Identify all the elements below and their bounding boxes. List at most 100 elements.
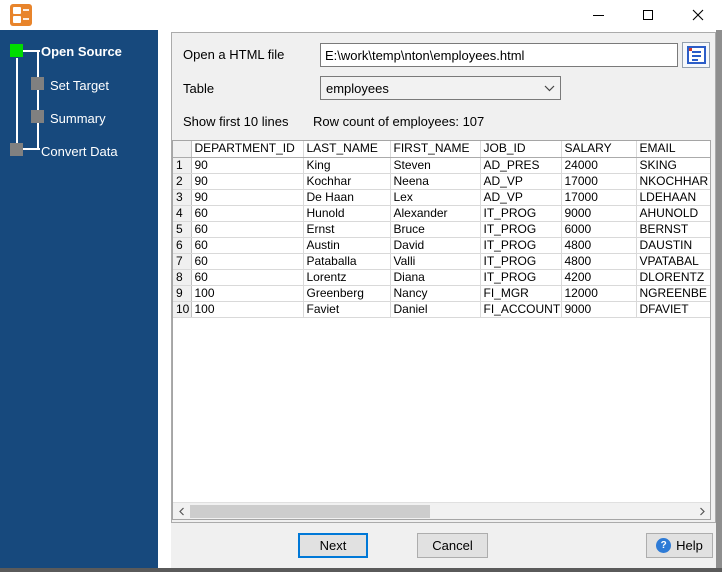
column-header[interactable]: FIRST_NAME xyxy=(390,141,481,158)
sidebar-item-set-target: Set Target xyxy=(50,78,110,93)
corner-header[interactable] xyxy=(173,141,192,158)
data-cell: 60 xyxy=(191,221,304,238)
data-cell: Hunold xyxy=(303,205,391,222)
minimize-button[interactable] xyxy=(578,0,618,30)
step-indicator-convert-data xyxy=(10,143,23,156)
minimize-icon xyxy=(592,14,604,16)
data-grid: DEPARTMENT_ID LAST_NAME FIRST_NAME JOB_ID SA… xyxy=(172,140,711,520)
grid-body: 1 90 King Steven AD_PRES 24000 SKING 2 90 Kochhar… xyxy=(173,157,710,318)
step-indicator-open-source xyxy=(10,44,23,57)
title-bar xyxy=(0,0,722,30)
data-cell: Daniel xyxy=(390,301,481,318)
data-cell: 90 xyxy=(191,189,304,206)
data-cell: DFAVIET xyxy=(636,301,710,318)
data-cell: Steven xyxy=(390,157,481,174)
data-cell: Valli xyxy=(390,253,481,270)
table-row[interactable]: 7 60 Pataballa Valli IT_PROG 4800 VPATABAL xyxy=(173,253,710,270)
next-button[interactable]: Next xyxy=(298,533,368,558)
data-cell: Ernst xyxy=(303,221,391,238)
scroll-right-icon[interactable] xyxy=(693,503,710,520)
close-icon xyxy=(692,9,704,21)
browse-button[interactable] xyxy=(682,42,710,68)
scrollbar-track[interactable] xyxy=(190,503,693,520)
preview-table: DEPARTMENT_ID LAST_NAME FIRST_NAME JOB_ID SA… xyxy=(173,141,710,318)
table-row[interactable]: 8 60 Lorentz Diana IT_PROG 4200 DLORENTZ xyxy=(173,269,710,286)
data-cell: 9000 xyxy=(561,205,637,222)
data-cell: 60 xyxy=(191,237,304,254)
data-cell: Faviet xyxy=(303,301,391,318)
data-cell: 12000 xyxy=(561,285,637,302)
help-button[interactable]: ? Help xyxy=(646,533,713,558)
data-cell: AHUNOLD xyxy=(636,205,710,222)
data-cell: VPATABAL xyxy=(636,253,710,270)
open-file-icon xyxy=(686,46,706,64)
app-icon xyxy=(10,4,32,26)
window-right-border xyxy=(716,30,722,572)
data-cell: 60 xyxy=(191,253,304,270)
column-header[interactable]: SALARY xyxy=(561,141,637,158)
data-cell: Nancy xyxy=(390,285,481,302)
maximize-button[interactable] xyxy=(628,0,668,30)
sidebar-item-convert-data: Convert Data xyxy=(41,144,118,159)
column-header[interactable]: DEPARTMENT_ID xyxy=(191,141,304,158)
data-cell: Greenberg xyxy=(303,285,391,302)
horizontal-scrollbar[interactable] xyxy=(173,502,710,519)
main-panel: Open a HTML file Table employees Show fi… xyxy=(171,32,716,523)
data-cell: Lorentz xyxy=(303,269,391,286)
tree-branch-line xyxy=(37,50,39,150)
data-cell: 4800 xyxy=(561,237,637,254)
data-cell: LDEHAAN xyxy=(636,189,710,206)
data-cell: IT_PROG xyxy=(480,237,562,254)
data-cell: Lex xyxy=(390,189,481,206)
column-header[interactable]: EMAIL xyxy=(636,141,710,158)
sidebar-item-open-source: Open Source xyxy=(41,44,122,59)
step-indicator-summary xyxy=(31,110,44,123)
data-cell: 60 xyxy=(191,269,304,286)
data-cell: 90 xyxy=(191,173,304,190)
data-cell: IT_PROG xyxy=(480,253,562,270)
data-cell: 100 xyxy=(191,301,304,318)
table-row[interactable]: 2 90 Kochhar Neena AD_VP 17000 NKOCHHAR xyxy=(173,173,710,190)
wizard-sidebar: Open Source Set Target Summary Convert D… xyxy=(0,30,158,568)
row-number-cell: 4 xyxy=(173,205,192,222)
table-select[interactable]: employees xyxy=(320,76,561,100)
table-select-value: employees xyxy=(326,80,389,96)
data-cell: Bruce xyxy=(390,221,481,238)
help-button-label: Help xyxy=(676,538,703,553)
cancel-button[interactable]: Cancel xyxy=(417,533,488,558)
row-count-label: Row count of employees: 107 xyxy=(313,114,485,129)
data-cell: SKING xyxy=(636,157,710,174)
data-cell: Austin xyxy=(303,237,391,254)
table-row[interactable]: 4 60 Hunold Alexander IT_PROG 9000 AHUNOLD xyxy=(173,205,710,222)
column-header[interactable]: LAST_NAME xyxy=(303,141,391,158)
row-number-cell: 1 xyxy=(173,157,192,174)
table-row[interactable]: 3 90 De Haan Lex AD_VP 17000 LDEHAAN xyxy=(173,189,710,206)
data-cell: Kochhar xyxy=(303,173,391,190)
data-cell: 6000 xyxy=(561,221,637,238)
data-cell: Diana xyxy=(390,269,481,286)
tree-connector-bottom xyxy=(23,148,40,150)
table-row[interactable]: 9 100 Greenberg Nancy FI_MGR 12000 NGREENBE xyxy=(173,285,710,302)
data-cell: FI_ACCOUNT xyxy=(480,301,562,318)
data-cell: NGREENBE xyxy=(636,285,710,302)
tree-trunk-line xyxy=(16,58,18,144)
scroll-left-icon[interactable] xyxy=(173,503,190,520)
data-cell: 100 xyxy=(191,285,304,302)
table-row[interactable]: 1 90 King Steven AD_PRES 24000 SKING xyxy=(173,157,710,174)
column-header[interactable]: JOB_ID xyxy=(480,141,562,158)
data-cell: De Haan xyxy=(303,189,391,206)
data-cell: 4800 xyxy=(561,253,637,270)
close-button[interactable] xyxy=(678,0,718,30)
row-number-cell: 9 xyxy=(173,285,192,302)
scrollbar-thumb[interactable] xyxy=(190,504,430,518)
data-cell: DAUSTIN xyxy=(636,237,710,254)
table-row[interactable]: 5 60 Ernst Bruce IT_PROG 6000 BERNST xyxy=(173,221,710,238)
data-cell: 17000 xyxy=(561,173,637,190)
file-path-input[interactable] xyxy=(320,43,678,67)
data-cell: 17000 xyxy=(561,189,637,206)
table-row[interactable]: 6 60 Austin David IT_PROG 4800 DAUSTIN xyxy=(173,237,710,254)
table-row[interactable]: 10 100 Faviet Daniel FI_ACCOUNT 9000 DFAVIET xyxy=(173,301,710,318)
row-number-cell: 6 xyxy=(173,237,192,254)
data-cell: IT_PROG xyxy=(480,221,562,238)
data-cell: Alexander xyxy=(390,205,481,222)
